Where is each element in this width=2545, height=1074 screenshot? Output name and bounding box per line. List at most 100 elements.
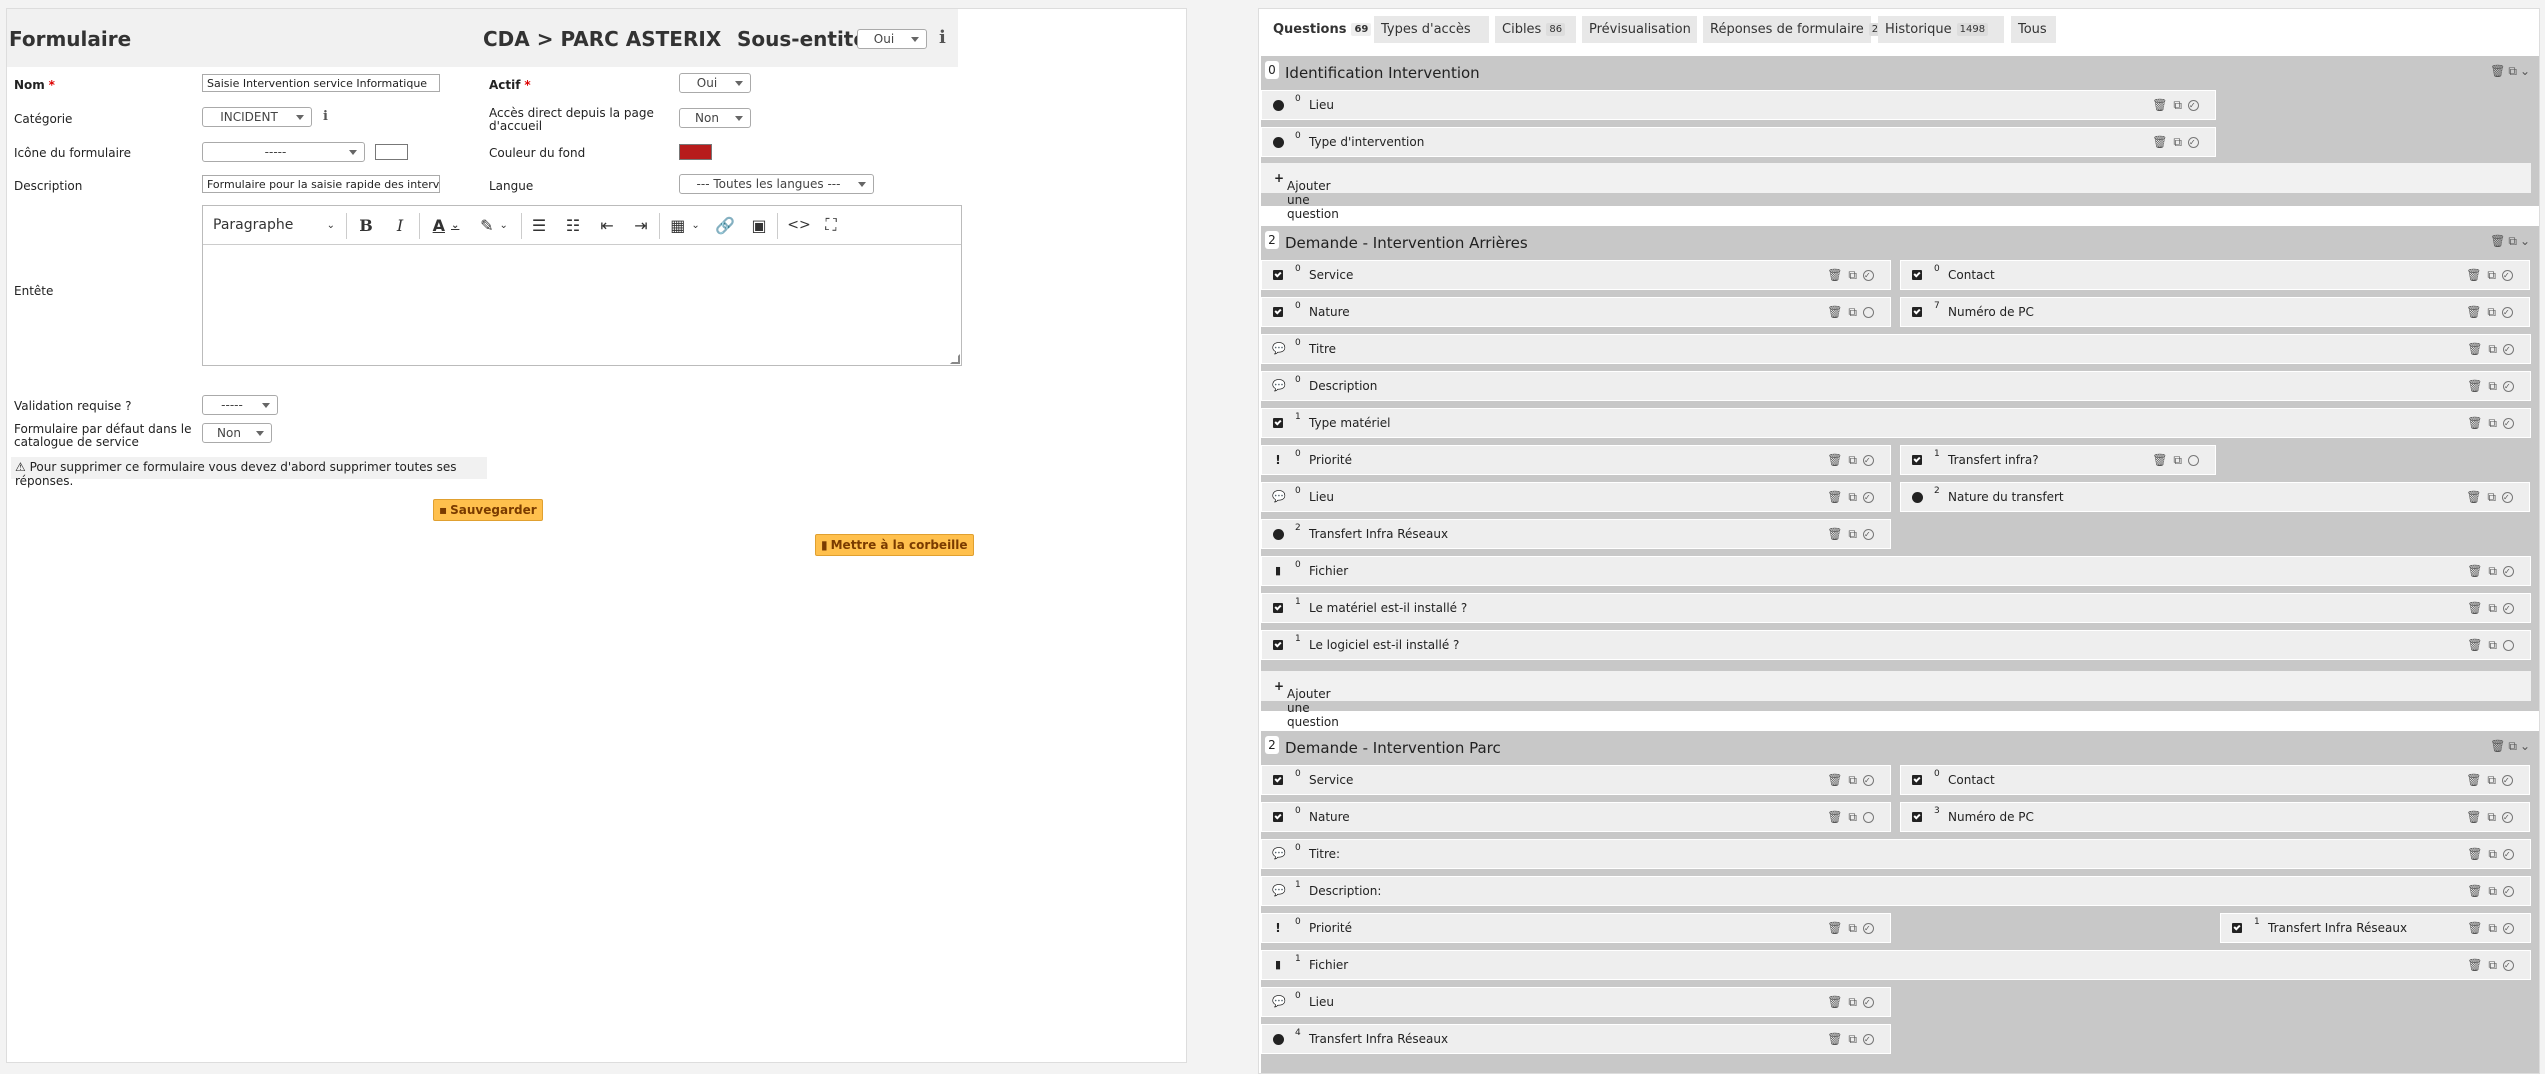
trash-icon[interactable]: 🗑 xyxy=(1827,1032,1848,1046)
mandatory-toggle-icon[interactable]: ✓ xyxy=(2503,603,2514,614)
mandatory-toggle-icon[interactable]: ✓ xyxy=(2503,418,2514,429)
mandatory-toggle-icon[interactable] xyxy=(1863,812,1874,823)
question-row[interactable]: 0 Lieu 🗑⧉✓ xyxy=(1261,90,2216,120)
duplicate-icon[interactable]: ⧉ xyxy=(1848,773,1863,787)
duplicate-icon[interactable]: ⧉ xyxy=(2488,921,2503,935)
question-row[interactable]: 1 Type matériel 🗑⧉✓ xyxy=(1261,408,2531,438)
duplicate-icon[interactable]: ⧉ xyxy=(2487,773,2502,787)
section-actions[interactable]: 🗑⧉⌄ xyxy=(2490,234,2533,249)
question-row[interactable]: 7 Numéro de PC 🗑⧉✓ xyxy=(1900,297,2530,327)
question-row[interactable]: 0 Nature 🗑⧉ xyxy=(1261,297,1891,327)
duplicate-icon[interactable]: ⧉ xyxy=(2487,810,2502,824)
mandatory-toggle-icon[interactable] xyxy=(1863,307,1874,318)
duplicate-icon[interactable]: ⧉ xyxy=(1848,305,1863,319)
question-row[interactable]: 3 Numéro de PC 🗑⧉✓ xyxy=(1900,802,2530,832)
info-icon[interactable]: i xyxy=(323,109,328,124)
trash-icon[interactable]: 🗑 xyxy=(2467,416,2488,430)
resize-handle[interactable] xyxy=(950,354,960,364)
trash-icon[interactable]: 🗑 xyxy=(2466,305,2487,319)
question-row[interactable]: 💬 0 Titre 🗑⧉✓ xyxy=(1261,334,2531,364)
tab-5[interactable]: Historique 1498 xyxy=(1878,16,2004,43)
trash-icon[interactable]: 🗑 xyxy=(2467,638,2488,652)
question-row[interactable]: 💬 0 Lieu 🗑⧉✓ xyxy=(1261,482,1891,512)
question-row[interactable]: 💬 1 Description: 🗑⧉✓ xyxy=(1261,876,2531,906)
categorie-select[interactable]: INCIDENT xyxy=(202,107,312,127)
duplicate-icon[interactable]: ⧉ xyxy=(2488,342,2503,356)
rich-text-editor[interactable]: Paragraphe ⌄ B I A ⌄ ✎ ⌄ ☰ ☷ ⇤ ⇥ ▦ ⌄ 🔗 ▣ <>… xyxy=(202,205,962,366)
question-row[interactable]: 0 Service 🗑⧉✓ xyxy=(1261,765,1891,795)
defaut-select[interactable]: Non xyxy=(202,423,272,443)
mandatory-toggle-icon[interactable]: ✓ xyxy=(1863,775,1874,786)
duplicate-icon[interactable]: ⧉ xyxy=(2173,98,2188,112)
question-row[interactable]: ! 0 Priorité 🗑⧉✓ xyxy=(1261,913,1891,943)
duplicate-icon[interactable]: ⧉ xyxy=(1848,268,1863,282)
trash-icon[interactable]: 🗑 xyxy=(2467,379,2488,393)
mandatory-toggle-icon[interactable]: ✓ xyxy=(2502,307,2513,318)
trash-icon[interactable]: 🗑 xyxy=(1827,490,1848,504)
duplicate-icon[interactable]: ⧉ xyxy=(2488,847,2503,861)
duplicate-icon[interactable]: ⧉ xyxy=(2488,958,2503,972)
duplicate-icon[interactable]: ⧉ xyxy=(2508,234,2520,248)
question-row[interactable]: ▮ 0 Fichier 🗑⧉✓ xyxy=(1261,556,2531,586)
question-row[interactable]: 1 Le logiciel est-il installé ? 🗑⧉ xyxy=(1261,630,2531,660)
validation-select[interactable]: ----- xyxy=(202,395,278,415)
section-actions[interactable]: 🗑⧉⌄ xyxy=(2490,739,2533,754)
langue-select[interactable]: --- Toutes les langues --- xyxy=(679,174,874,194)
trash-icon[interactable]: 🗑 xyxy=(2466,268,2487,282)
italic-icon[interactable]: I xyxy=(388,214,412,236)
color-swatch[interactable] xyxy=(679,144,712,160)
tab-6[interactable]: Tous xyxy=(2011,16,2056,43)
nom-input[interactable]: Saisie Intervention service Informatique xyxy=(202,74,440,92)
image-icon[interactable]: ▣ xyxy=(747,214,771,236)
section-header[interactable]: 0 Identification Intervention 🗑⧉⌄ xyxy=(1261,56,2539,86)
outdent-icon[interactable]: ⇤ xyxy=(595,214,619,236)
question-row[interactable]: 1 Le matériel est-il installé ? 🗑⧉✓ xyxy=(1261,593,2531,623)
question-row[interactable]: 0 Contact 🗑⧉✓ xyxy=(1900,765,2530,795)
question-row[interactable]: 1 Transfert Infra Réseaux 🗑⧉✓ xyxy=(2220,913,2531,943)
text-color-icon[interactable]: A ⌄ xyxy=(425,214,467,236)
trash-icon[interactable]: 🗑 xyxy=(1827,453,1848,467)
tab-3[interactable]: Prévisualisation xyxy=(1582,16,1697,43)
format-dropdown[interactable]: Paragraphe ⌄ xyxy=(209,214,339,236)
trash-icon[interactable]: 🗑 xyxy=(1827,268,1848,282)
duplicate-icon[interactable]: ⧉ xyxy=(1848,810,1863,824)
code-icon[interactable]: <> xyxy=(785,214,813,236)
mandatory-toggle-icon[interactable]: ✓ xyxy=(2503,960,2514,971)
duplicate-icon[interactable]: ⧉ xyxy=(2488,416,2503,430)
info-icon[interactable]: i xyxy=(939,27,946,48)
actif-select[interactable]: Oui xyxy=(679,73,751,93)
question-row[interactable]: 2 Nature du transfert 🗑⧉✓ xyxy=(1900,482,2530,512)
duplicate-icon[interactable]: ⧉ xyxy=(2488,564,2503,578)
mandatory-toggle-icon[interactable] xyxy=(2503,640,2514,651)
mandatory-toggle-icon[interactable]: ✓ xyxy=(2503,344,2514,355)
duplicate-icon[interactable]: ⧉ xyxy=(1848,1032,1863,1046)
section-header[interactable]: 2 Demande - Intervention Parc 🗑⧉⌄ xyxy=(1261,731,2539,761)
mandatory-toggle-icon[interactable]: ✓ xyxy=(2502,492,2513,503)
trash-icon[interactable]: 🗑 xyxy=(2152,135,2173,149)
fullscreen-icon[interactable]: ⛶ xyxy=(819,214,843,236)
mandatory-toggle-icon[interactable]: ✓ xyxy=(1863,270,1874,281)
mandatory-toggle-icon[interactable]: ✓ xyxy=(1863,529,1874,540)
trash-icon[interactable]: 🗑 xyxy=(2152,453,2173,467)
mandatory-toggle-icon[interactable]: ✓ xyxy=(2502,270,2513,281)
mandatory-toggle-icon[interactable]: ✓ xyxy=(2503,849,2514,860)
chevron-down-icon[interactable]: ⌄ xyxy=(2520,739,2533,753)
mandatory-toggle-icon[interactable] xyxy=(2188,455,2199,466)
description-input[interactable]: Formulaire pour la saisie rapide des int… xyxy=(202,175,440,193)
acces-select[interactable]: Non xyxy=(679,108,751,128)
mandatory-toggle-icon[interactable]: ✓ xyxy=(2503,886,2514,897)
highlight-icon[interactable]: ✎ ⌄ xyxy=(473,214,515,236)
add-question-button[interactable]: + Ajouter une question xyxy=(1261,163,2531,221)
question-row[interactable]: 0 Contact 🗑⧉✓ xyxy=(1900,260,2530,290)
mandatory-toggle-icon[interactable]: ✓ xyxy=(2502,775,2513,786)
question-row[interactable]: 0 Service 🗑⧉✓ xyxy=(1261,260,1891,290)
duplicate-icon[interactable]: ⧉ xyxy=(2173,453,2188,467)
question-row[interactable]: 0 Nature 🗑⧉ xyxy=(1261,802,1891,832)
tab-0[interactable]: Questions 69 xyxy=(1266,16,1372,43)
tab-4[interactable]: Réponses de formulaire2359 xyxy=(1703,16,1901,43)
trash-button[interactable]: ▮ Mettre à la corbeille xyxy=(815,534,974,556)
section-actions[interactable]: 🗑⧉⌄ xyxy=(2490,64,2533,79)
link-icon[interactable]: 🔗 xyxy=(713,214,737,236)
trash-icon[interactable]: 🗑 xyxy=(1827,773,1848,787)
trash-icon[interactable]: 🗑 xyxy=(2466,810,2487,824)
